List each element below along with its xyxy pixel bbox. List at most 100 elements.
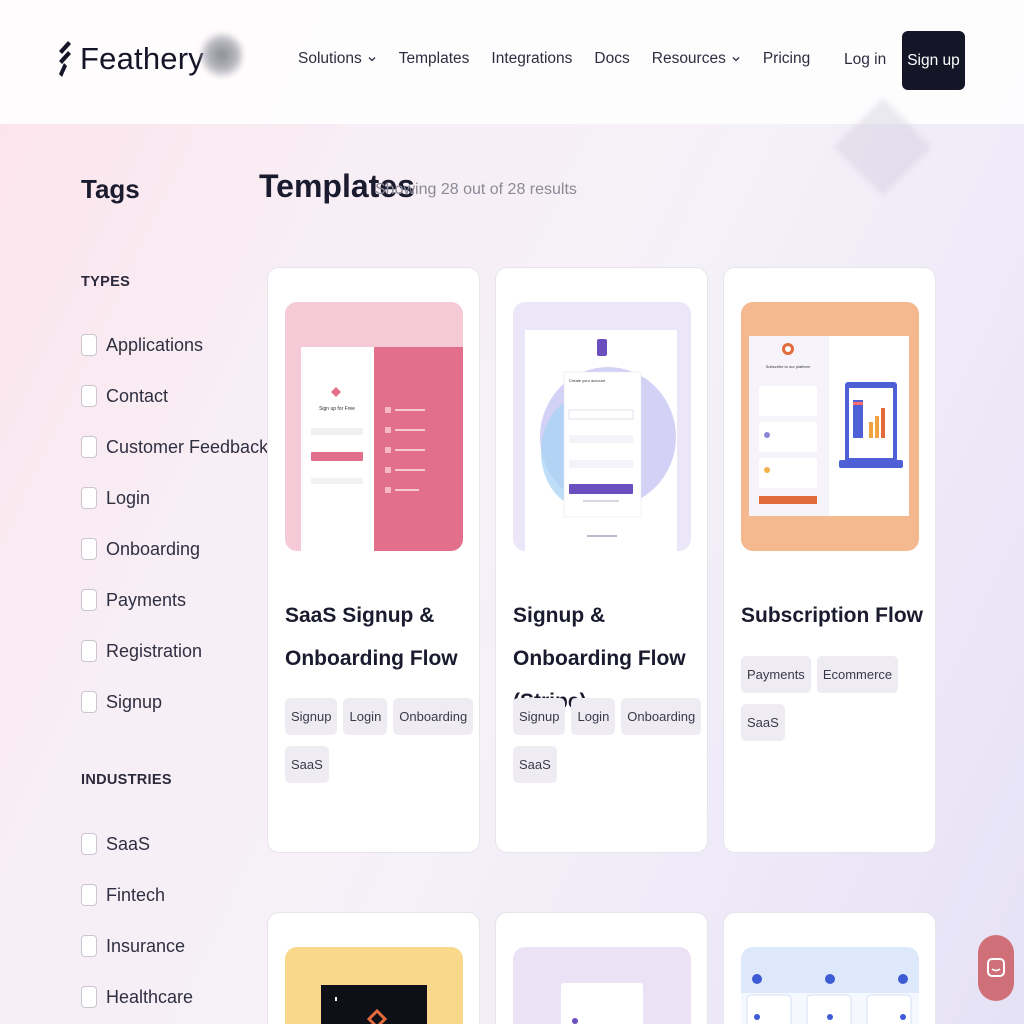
logo-text: Feathery <box>80 41 204 76</box>
stripe-signup-preview-image: Create your account <box>525 330 677 551</box>
filter-login[interactable]: Login <box>81 487 268 538</box>
feathery-logo[interactable]: Feathery <box>58 40 204 78</box>
checkbox[interactable] <box>81 691 97 713</box>
nav-resources-label: Resources <box>651 50 726 67</box>
tag-chip[interactable]: Login <box>343 698 388 735</box>
template-thumbnail <box>741 947 919 1024</box>
chevron-down-icon <box>368 57 376 62</box>
filter-saas[interactable]: SaaS <box>81 833 193 884</box>
template-card[interactable] <box>723 912 936 1024</box>
tag-list: Payments Ecommerce SaaS <box>741 656 931 741</box>
filter-registration[interactable]: Registration <box>81 640 268 691</box>
filter-onboarding[interactable]: Onboarding <box>81 538 268 589</box>
checkbox[interactable] <box>81 538 97 560</box>
subscription-preview-image: Subscribe to our platform <box>749 336 909 516</box>
chat-icon <box>987 958 1005 977</box>
template-card[interactable]: Sign up for Free SaaS Signup & Onboardin… <box>267 267 480 853</box>
filter-contact[interactable]: Contact <box>81 385 268 436</box>
chat-button[interactable] <box>978 935 1014 1001</box>
tag-chip[interactable]: Ecommerce <box>816 656 899 693</box>
template-thumbnail: Sign up for Free <box>285 302 463 551</box>
nav-templates-label: Templates <box>398 50 470 67</box>
nav-docs[interactable]: Docs <box>594 50 629 68</box>
checkbox[interactable] <box>81 640 97 662</box>
filter-payments[interactable]: Payments <box>81 589 268 640</box>
nav-solutions[interactable]: Solutions <box>298 50 377 68</box>
filter-label: Applications <box>106 335 204 355</box>
signup-form-preview-image: Sign up for Free <box>301 347 463 551</box>
checkbox[interactable] <box>81 884 97 906</box>
template-thumbnail: Create your account <box>513 302 691 551</box>
template-preview-image <box>321 985 427 1024</box>
signup-button[interactable]: Sign up <box>902 31 965 90</box>
checkbox[interactable] <box>81 436 97 458</box>
nav-resources[interactable]: Resources <box>652 50 741 68</box>
filter-customer-feedback[interactable]: Customer Feedback <box>81 436 268 487</box>
checkbox[interactable] <box>81 589 97 611</box>
template-thumbnail <box>285 947 463 1024</box>
industries-filter-list: SaaS Fintech Insurance Healthcare <box>81 833 193 1024</box>
filter-applications[interactable]: Applications <box>81 334 268 385</box>
chevron-down-icon <box>732 57 740 62</box>
nav-pricing[interactable]: Pricing <box>763 50 810 68</box>
login-link[interactable]: Log in <box>844 51 886 69</box>
template-card[interactable] <box>267 912 480 1024</box>
tag-list: Signup Login Onboarding SaaS <box>285 698 475 783</box>
tag-chip[interactable]: Signup <box>513 698 566 735</box>
thumb-heading: Subscribe to our platform <box>766 364 811 369</box>
template-title: SaaS Signup & Onboarding Flow <box>285 604 458 670</box>
template-title: Subscription Flow <box>741 604 923 627</box>
tags-heading: Tags <box>81 174 140 204</box>
result-count: Showing 28 out of 28 results <box>375 181 577 198</box>
filter-label: Signup <box>106 692 163 712</box>
filter-signup[interactable]: Signup <box>81 691 268 742</box>
filter-label: Healthcare <box>106 987 194 1007</box>
feather-logo-icon <box>59 41 71 77</box>
template-thumbnail: Subscribe to our platform <box>741 302 919 551</box>
filter-label: Login <box>106 488 151 508</box>
filter-label: Fintech <box>106 885 166 905</box>
filter-fintech[interactable]: Fintech <box>81 884 193 935</box>
filter-label: Insurance <box>106 936 186 956</box>
filter-healthcare[interactable]: Healthcare <box>81 986 193 1024</box>
checkbox[interactable] <box>81 334 97 356</box>
tag-chip[interactable]: Signup <box>285 698 338 735</box>
tag-chip[interactable]: SaaS <box>513 746 557 783</box>
nav-pricing-label: Pricing <box>762 50 811 67</box>
industries-heading: INDUSTRIES <box>81 772 172 788</box>
tag-chip[interactable]: Login <box>571 698 616 735</box>
template-card[interactable]: Create your account Signup & Onboarding … <box>495 267 708 853</box>
template-thumbnail <box>513 947 691 1024</box>
filter-label: Onboarding <box>106 539 201 559</box>
checkbox[interactable] <box>81 385 97 407</box>
tag-chip[interactable]: SaaS <box>741 704 785 741</box>
checkbox[interactable] <box>81 833 97 855</box>
nav-templates[interactable]: Templates <box>399 50 470 68</box>
template-card[interactable]: Subscribe to our platform Subscription F… <box>723 267 936 853</box>
decorative-blur <box>200 30 244 80</box>
thumb-heading: Sign up for Free <box>319 406 355 412</box>
tag-chip[interactable]: SaaS <box>285 746 329 783</box>
tag-chip[interactable]: Onboarding <box>621 698 702 735</box>
types-heading: TYPES <box>81 274 131 290</box>
template-card[interactable] <box>495 912 708 1024</box>
tag-chip[interactable]: Onboarding <box>393 698 474 735</box>
types-filter-list: Applications Contact Customer Feedback L… <box>81 334 268 742</box>
checkbox[interactable] <box>81 935 97 957</box>
filter-label: Registration <box>106 641 203 661</box>
template-preview-image <box>561 983 643 1024</box>
filter-insurance[interactable]: Insurance <box>81 935 193 986</box>
filter-label: SaaS <box>106 834 151 854</box>
filter-label: Payments <box>106 590 187 610</box>
checkbox[interactable] <box>81 986 97 1008</box>
checkbox[interactable] <box>81 487 97 509</box>
filter-label: Contact <box>106 386 169 406</box>
tag-list: Signup Login Onboarding SaaS <box>513 698 703 783</box>
nav-docs-label: Docs <box>594 50 630 67</box>
main-nav: Solutions Templates Integrations Docs Re… <box>298 50 832 68</box>
tag-chip[interactable]: Payments <box>741 656 811 693</box>
site-header: Feathery Solutions Templates Integration… <box>0 0 1024 124</box>
nav-integrations-label: Integrations <box>491 50 573 67</box>
nav-integrations[interactable]: Integrations <box>491 50 572 68</box>
nav-solutions-label: Solutions <box>298 50 362 67</box>
